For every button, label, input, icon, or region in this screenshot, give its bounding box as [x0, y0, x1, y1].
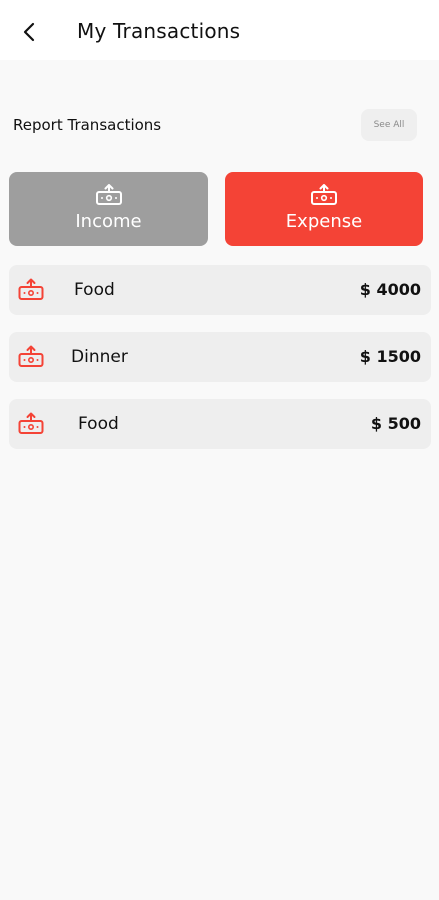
money-upload-icon — [18, 345, 44, 367]
money-upload-icon — [18, 412, 44, 434]
app-header: My Transactions — [0, 0, 439, 60]
transaction-amount: $ 1500 — [359, 347, 421, 366]
see-all-button[interactable]: See All — [361, 109, 417, 141]
transaction-amount: $ 500 — [370, 414, 421, 433]
transaction-amount: $ 4000 — [359, 280, 421, 299]
back-button[interactable] — [14, 16, 46, 48]
app-screen: My Transactions Report Transactions See … — [0, 0, 439, 900]
money-upload-icon — [95, 184, 122, 205]
transaction-row[interactable]: Food $ 500 — [9, 399, 431, 449]
income-toggle-button[interactable]: Income — [9, 172, 208, 246]
page-title: My Transactions — [77, 19, 241, 43]
transaction-name: Food — [78, 414, 119, 434]
money-upload-icon — [311, 184, 337, 205]
income-label: Income — [75, 211, 142, 232]
transaction-row[interactable]: Food $ 4000 — [9, 265, 431, 315]
transaction-name: Food — [74, 280, 115, 300]
money-upload-icon — [18, 278, 44, 300]
section-label: Report Transactions — [13, 116, 162, 134]
expense-toggle-button[interactable]: Expense — [225, 172, 423, 246]
chevron-left-icon — [23, 22, 35, 42]
transaction-row[interactable]: Dinner $ 1500 — [9, 332, 431, 382]
transaction-name: Dinner — [71, 347, 128, 367]
expense-label: Expense — [285, 211, 363, 232]
